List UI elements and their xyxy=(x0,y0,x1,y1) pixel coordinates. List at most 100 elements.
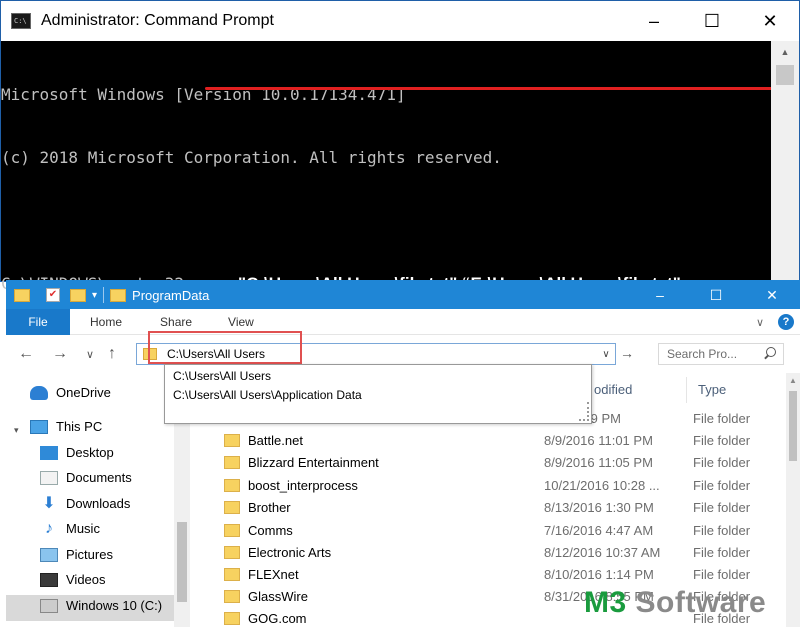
file-name: FLEXnet xyxy=(248,566,299,582)
watermark-part1: M3 xyxy=(584,586,627,619)
scroll-thumb[interactable] xyxy=(789,391,797,461)
divider xyxy=(103,287,105,303)
cmd-scrollbar[interactable]: ▲ xyxy=(771,41,799,283)
folder-icon xyxy=(110,288,127,302)
cmd-titlebar[interactable]: C:\ Administrator: Command Prompt – ☐ ✕ xyxy=(1,1,799,41)
expand-chevron-icon[interactable]: ▾ xyxy=(14,425,19,436)
documents-icon xyxy=(40,470,58,485)
up-button[interactable]: ↑ xyxy=(108,345,116,363)
sidebar-item-label: Videos xyxy=(66,572,106,587)
search-placeholder: Search Pro... xyxy=(667,347,738,361)
folder-icon xyxy=(224,545,240,559)
explorer-window-title: ProgramData xyxy=(132,287,210,303)
folder-icon xyxy=(224,478,240,492)
address-suggestion-item[interactable]: C:\Users\All Users xyxy=(165,367,591,386)
table-row[interactable]: Battle.net 8/9/2016 11:01 PM File folder xyxy=(224,429,784,451)
file-date: 10/21/2016 10:28 ... xyxy=(544,477,660,493)
scroll-thumb[interactable] xyxy=(177,522,187,602)
file-type: File folder xyxy=(693,477,751,493)
table-row[interactable]: boost_interprocess 10/21/2016 10:28 ... … xyxy=(224,474,784,496)
table-row[interactable]: Blizzard Entertainment 8/9/2016 11:05 PM… xyxy=(224,451,784,473)
file-type: File folder xyxy=(693,522,751,538)
scroll-up-icon[interactable]: ▲ xyxy=(786,373,800,389)
quick-access-dropdown-icon[interactable]: ▾ xyxy=(92,290,97,301)
table-row[interactable]: Brother 8/13/2016 1:30 PM File folder xyxy=(224,496,784,518)
folder-icon xyxy=(224,455,240,469)
file-type: File folder xyxy=(693,544,751,560)
pictures-icon xyxy=(40,547,58,562)
file-type: File folder xyxy=(693,432,751,448)
ribbon-expand-icon[interactable]: ∨ xyxy=(756,316,764,329)
table-row[interactable]: Comms 7/16/2016 4:47 AM File folder xyxy=(224,519,784,541)
sidebar-item-documents[interactable]: Documents xyxy=(40,470,132,485)
sidebar-item-this-pc[interactable]: This PC xyxy=(30,419,102,434)
help-icon[interactable]: ? xyxy=(778,314,794,330)
folder-icon xyxy=(224,433,240,447)
column-header-type[interactable]: Type xyxy=(698,375,726,403)
sidebar-item-pictures[interactable]: Pictures xyxy=(40,547,113,562)
highlight-underline xyxy=(205,87,775,90)
cmd-close-button[interactable]: ✕ xyxy=(741,1,799,41)
address-dropdown-icon[interactable]: ∨ xyxy=(597,344,615,364)
file-list-scrollbar[interactable]: ▲ xyxy=(786,373,800,627)
tab-home[interactable]: Home xyxy=(90,315,122,329)
sidebar-item-windows-drive[interactable]: Windows 10 (C:) xyxy=(40,598,162,613)
navpane-scrollbar[interactable] xyxy=(174,422,190,627)
folder-icon xyxy=(224,567,240,581)
cmd-console-output[interactable]: Microsoft Windows [Version 10.0.17134.47… xyxy=(1,41,771,293)
table-row[interactable]: Electronic Arts 8/12/2016 10:37 AM File … xyxy=(224,541,784,563)
ribbon-tabs: File Home Share View ∨ ? xyxy=(6,308,800,335)
screenshot-root: C:\ Administrator: Command Prompt – ☐ ✕ … xyxy=(0,0,800,627)
sidebar-item-onedrive[interactable]: OneDrive xyxy=(30,385,111,400)
navigation-pane: OneDrive ▾ This PC Desktop Documents ⬇ D… xyxy=(6,373,178,627)
tab-view[interactable]: View xyxy=(228,315,254,329)
cmd-icon: C:\ xyxy=(11,13,31,29)
forward-button[interactable]: → xyxy=(52,345,68,363)
explorer-minimize-button[interactable]: – xyxy=(632,281,688,309)
go-button[interactable]: → xyxy=(620,345,634,361)
search-input[interactable]: Search Pro... xyxy=(658,343,784,365)
watermark-part2: Software xyxy=(626,586,767,619)
cmd-maximize-button[interactable]: ☐ xyxy=(683,1,741,41)
cmd-window-title: Administrator: Command Prompt xyxy=(41,12,274,29)
file-name: Brother xyxy=(248,499,291,515)
search-icon[interactable] xyxy=(763,347,777,361)
folder-icon xyxy=(224,589,240,603)
file-type: File folder xyxy=(693,499,751,515)
file-explorer-window: ✔ ▾ ProgramData – ☐ ✕ File Home Share Vi… xyxy=(6,280,800,627)
command-prompt-window: C:\ Administrator: Command Prompt – ☐ ✕ … xyxy=(0,0,800,293)
column-header-date-modified[interactable]: odified xyxy=(594,375,632,403)
file-type: File folder xyxy=(693,410,751,426)
cmd-minimize-button[interactable]: – xyxy=(625,1,683,41)
cmd-copyright-line: (c) 2018 Microsoft Corporation. All righ… xyxy=(1,148,502,167)
table-row[interactable]: FLEXnet 8/10/2016 1:14 PM File folder xyxy=(224,563,784,585)
cmd-blank-line xyxy=(1,210,771,231)
scroll-thumb[interactable] xyxy=(776,65,794,85)
sidebar-item-videos[interactable]: Videos xyxy=(40,572,106,587)
sidebar-item-downloads[interactable]: ⬇ Downloads xyxy=(40,495,130,511)
sidebar-item-music[interactable]: ♪ Music xyxy=(40,520,100,536)
address-highlight-box xyxy=(148,331,302,364)
tab-file[interactable]: File xyxy=(6,308,70,335)
resize-grip-icon[interactable] xyxy=(579,402,589,421)
explorer-titlebar[interactable]: ✔ ▾ ProgramData – ☐ ✕ xyxy=(6,281,800,309)
computer-icon xyxy=(30,419,48,434)
new-folder-icon[interactable] xyxy=(70,288,86,302)
explorer-close-button[interactable]: ✕ xyxy=(744,281,800,309)
onedrive-icon xyxy=(30,385,48,400)
file-date: 8/9/2016 11:05 PM xyxy=(544,454,653,470)
file-name: Comms xyxy=(248,522,293,538)
properties-check-icon[interactable]: ✔ xyxy=(46,288,60,302)
file-date: 8/12/2016 10:37 AM xyxy=(544,544,661,560)
explorer-maximize-button[interactable]: ☐ xyxy=(688,281,744,309)
sidebar-item-label: OneDrive xyxy=(56,385,111,400)
address-suggestion-item[interactable]: C:\Users\All Users\Application Data xyxy=(165,386,591,405)
recent-locations-button[interactable]: ∨ xyxy=(86,348,94,361)
sidebar-item-desktop[interactable]: Desktop xyxy=(40,445,114,460)
sidebar-item-label: Documents xyxy=(66,470,132,485)
scroll-up-icon[interactable]: ▲ xyxy=(771,41,799,63)
back-button[interactable]: ← xyxy=(18,345,34,363)
column-divider[interactable] xyxy=(686,377,687,403)
tab-share[interactable]: Share xyxy=(160,315,192,329)
file-name: Battle.net xyxy=(248,432,303,448)
